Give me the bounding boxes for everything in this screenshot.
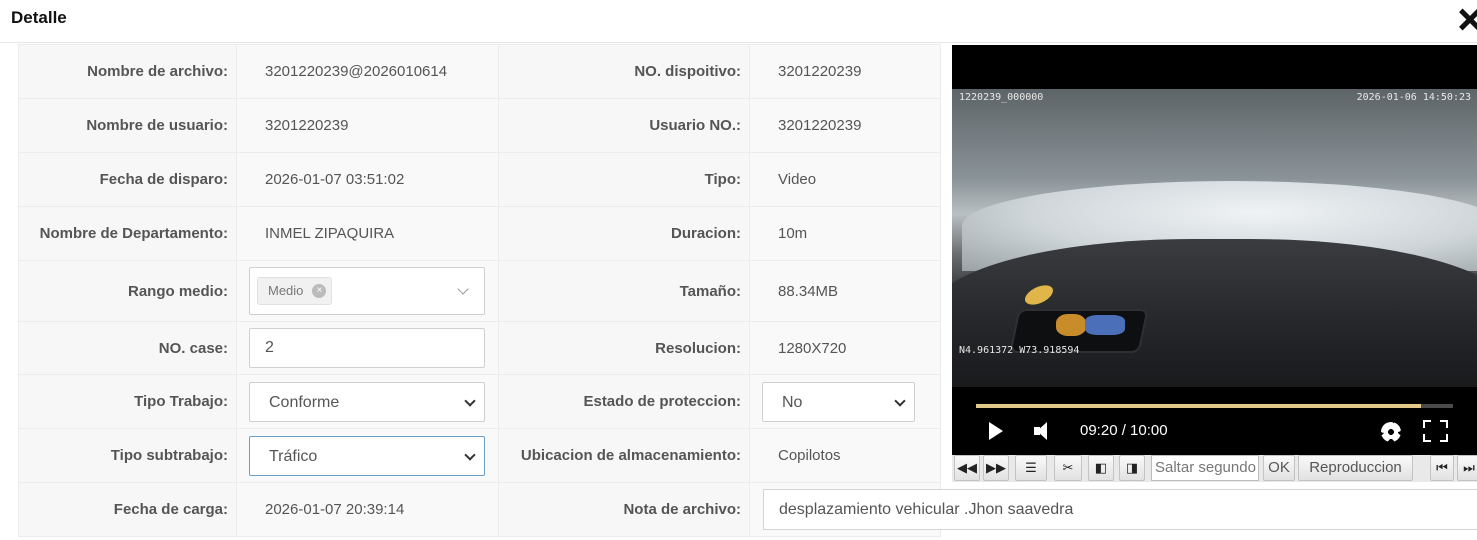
case-no-input[interactable]: [249, 328, 485, 368]
cut-button[interactable]: ✂: [1054, 455, 1082, 481]
dash-object-shape: [1085, 315, 1125, 335]
filename-value: 3201220239@2026010614: [236, 44, 499, 99]
protection-select[interactable]: No: [762, 381, 915, 422]
ok-button[interactable]: OK: [1263, 455, 1295, 481]
user-no-label: Usuario NO.:: [498, 98, 750, 153]
type-value: Video: [749, 152, 941, 207]
osd-gps: N4.961372 W73.918594: [959, 345, 1080, 356]
type-label: Tipo:: [498, 152, 750, 207]
video-frame[interactable]: 1220239_000000 2026-01-06 14:50:23 N4.96…: [952, 89, 1477, 387]
work-subtype-select[interactable]: Tráfico: [249, 435, 485, 476]
duration-label: Duracion:: [498, 206, 750, 261]
duration-value: 10m: [749, 206, 941, 261]
chevron-down-icon: [894, 394, 906, 407]
player-toolbar: ◀◀ ▶▶ ☰ ✂ ◧ ◨ Saltar segundo OK Reproduc…: [952, 455, 1477, 482]
size-value: 88.34MB: [749, 260, 941, 322]
work-type-cell: Conforme: [236, 374, 499, 429]
work-subtype-selected: Tráfico: [269, 447, 318, 465]
table-row: Tipo Trabajo: Conforme Estado de protecc…: [18, 374, 941, 429]
upload-date-value: 2026-01-07 20:39:14: [236, 482, 499, 537]
storage-value: Copilotos: [749, 428, 941, 483]
detail-table: Nombre de archivo: 3201220239@2026010614…: [18, 44, 941, 537]
dialog-title: Detalle: [11, 8, 67, 27]
department-value: INMEL ZIPAQUIRA: [236, 206, 499, 261]
work-subtype-label: Tipo subtrabajo:: [18, 428, 237, 483]
table-row: Rango medio: Medio × Tamaño: 88.34MB: [18, 260, 941, 322]
time-display: 09:20 / 10:00: [1080, 422, 1168, 439]
case-no-label: NO. case:: [18, 321, 237, 375]
work-subtype-cell: Tráfico: [236, 428, 499, 483]
osd-timestamp: 2026-01-06 14:50:23: [1356, 92, 1471, 103]
table-row: Tipo subtrabajo: Tráfico Ubicacion de al…: [18, 428, 941, 483]
size-label: Tamaño:: [498, 260, 750, 322]
chevron-down-icon: [457, 283, 469, 295]
gear-icon[interactable]: [1381, 422, 1401, 442]
note-label: Nota de archivo:: [498, 482, 750, 537]
trigger-date-label: Fecha de disparo:: [18, 152, 237, 207]
username-value: 3201220239: [236, 98, 499, 153]
username-label: Nombre de usuario:: [18, 98, 237, 153]
volume-icon[interactable]: [1034, 421, 1050, 441]
media-range-tag-label: Medio: [268, 283, 304, 298]
protection-cell: No: [749, 374, 941, 429]
work-type-select[interactable]: Conforme: [249, 381, 485, 422]
upload-date-label: Fecha de carga:: [18, 482, 237, 537]
playback-button[interactable]: Reproduccion: [1298, 455, 1413, 481]
table-row: Nombre de Departamento: INMEL ZIPAQUIRA …: [18, 206, 941, 261]
play-icon[interactable]: [989, 422, 1003, 440]
media-range-label: Rango medio:: [18, 260, 237, 322]
table-row: Nombre de usuario: 3201220239 Usuario NO…: [18, 98, 941, 153]
prev-frame-button[interactable]: ◧: [1088, 455, 1114, 481]
work-type-selected: Conforme: [269, 393, 340, 411]
table-row: Fecha de disparo: 2026-01-07 03:51:02 Ti…: [18, 152, 941, 207]
progress-bar[interactable]: [976, 404, 1453, 408]
seek-seconds-input[interactable]: Saltar segundo: [1151, 455, 1259, 481]
chevron-down-icon: [464, 394, 476, 407]
forward-button[interactable]: ▶▶: [983, 455, 1009, 481]
work-type-label: Tipo Trabajo:: [18, 374, 237, 429]
chevron-down-icon: [464, 448, 476, 461]
video-player[interactable]: 1220239_000000 2026-01-06 14:50:23 N4.96…: [952, 45, 1477, 455]
protection-selected: No: [782, 393, 803, 411]
next-frame-button[interactable]: ◨: [1119, 455, 1145, 481]
case-no-cell: [236, 321, 499, 375]
rewind-button[interactable]: ◀◀: [954, 455, 980, 481]
department-label: Nombre de Departamento:: [18, 206, 237, 261]
close-icon[interactable]: [1455, 6, 1477, 34]
table-row: NO. case: Resolucion: 1280X720: [18, 321, 941, 375]
media-range-select[interactable]: Medio ×: [249, 267, 485, 315]
user-no-value: 3201220239: [749, 98, 941, 153]
protection-label: Estado de proteccion:: [498, 374, 750, 429]
list-button[interactable]: ☰: [1015, 455, 1047, 481]
fullscreen-icon[interactable]: [1423, 420, 1448, 442]
resolution-label: Resolucion:: [498, 321, 750, 375]
storage-label: Ubicacion de almacenamiento:: [498, 428, 750, 483]
skip-end-button[interactable]: ⏭: [1457, 455, 1477, 481]
dash-object-shape: [1056, 314, 1086, 336]
note-input[interactable]: desplazamiento vehicular .Jhon saavedra: [763, 489, 1477, 530]
device-no-value: 3201220239: [749, 44, 941, 99]
resolution-value: 1280X720: [749, 321, 941, 375]
table-row: Nombre de archivo: 3201220239@2026010614…: [18, 44, 941, 99]
trigger-date-value: 2026-01-07 03:51:02: [236, 152, 499, 207]
osd-device-id: 1220239_000000: [959, 92, 1044, 103]
filename-label: Nombre de archivo:: [18, 44, 237, 99]
media-range-tag: Medio ×: [257, 277, 333, 305]
device-no-label: NO. dispoitivo:: [498, 44, 750, 99]
skip-start-button[interactable]: ⏮: [1430, 455, 1454, 481]
media-range-cell: Medio ×: [236, 260, 499, 322]
remove-tag-icon[interactable]: ×: [312, 284, 327, 298]
progress-fill: [976, 404, 1422, 408]
dialog-header: Detalle: [0, 0, 1477, 43]
